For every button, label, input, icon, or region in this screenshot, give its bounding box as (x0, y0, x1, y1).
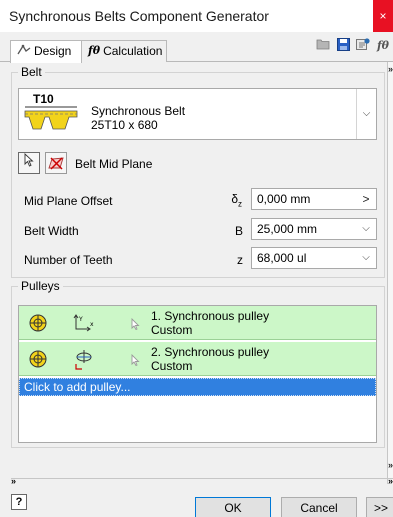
pulley-row[interactable]: Yx 1. Synchronous pulley Custom (19, 306, 376, 340)
mid-plane-offset-value[interactable]: 0,000 mm (257, 192, 310, 206)
belt-width-symbol: B (234, 224, 243, 238)
belt-mid-plane-label: Belt Mid Plane (75, 157, 153, 171)
belt-image-label: T10 (33, 92, 54, 106)
belt-width-value[interactable]: 25,000 mm (257, 222, 317, 236)
cylinder-placement-icon[interactable] (73, 350, 92, 370)
number-of-teeth-label: Number of Teeth (24, 253, 113, 267)
pulley-title: 1. Synchronous pulley (151, 309, 270, 323)
pointer-select-button[interactable] (18, 152, 40, 174)
pointer-icon[interactable] (131, 353, 140, 369)
svg-text:x: x (90, 321, 94, 328)
tab-design[interactable]: Design (10, 40, 82, 63)
delta-subscript: z (238, 199, 242, 209)
delta-symbol: δ (231, 192, 238, 206)
chevron-down-icon[interactable]: ⌵ (356, 219, 376, 239)
tab-calculation[interactable]: fθ Calculation (81, 40, 167, 62)
open-folder-icon[interactable] (315, 38, 331, 54)
chevron-down-icon[interactable]: ⌵ (356, 248, 376, 268)
settings-icon[interactable] (355, 38, 371, 54)
tab-calculation-label: Calculation (103, 44, 163, 58)
pulley-type: Custom (151, 323, 193, 337)
number-of-teeth-symbol: z (237, 253, 243, 267)
cancel-button[interactable]: Cancel (281, 497, 357, 517)
pulley-list[interactable]: Yx 1. Synchronous pulley Custom 2. Synch… (18, 305, 377, 443)
save-icon[interactable] (335, 38, 351, 54)
title-bar: Synchronous Belts Component Generator × (0, 0, 393, 32)
belt-selector[interactable]: T10 Synchronous Belt 25T10 x 680 ⌵ (18, 88, 377, 140)
chevron-right-icon[interactable]: > (356, 189, 376, 209)
mid-plane-offset-symbol: δz (222, 192, 242, 208)
axis-coordinate-icon[interactable]: Yx (73, 314, 94, 332)
tab-design-label: Design (34, 44, 72, 58)
pulley-type: Custom (151, 359, 193, 373)
add-pulley-row[interactable]: Click to add pulley... (19, 378, 376, 396)
plane-select-icon[interactable] (45, 152, 67, 174)
more-button[interactable]: >> (366, 497, 393, 517)
collapse-arrow-icon[interactable]: » (388, 64, 393, 74)
mid-plane-offset-field[interactable]: 0,000 mm > (251, 188, 377, 210)
belt-width-label: Belt Width (24, 224, 79, 238)
belt-size: 25T10 x 680 (91, 118, 158, 132)
scroll-left-arrow-icon[interactable]: » (11, 476, 16, 486)
toolbar: fθ (315, 38, 391, 54)
pulley-title: 2. Synchronous pulley (151, 345, 270, 359)
number-of-teeth-value[interactable]: 68,000 ul (257, 251, 306, 265)
number-of-teeth-field[interactable]: 68,000 ul ⌵ (251, 247, 377, 269)
vertical-scroll-strip[interactable]: » » (387, 62, 393, 484)
close-button[interactable]: × (373, 0, 393, 32)
belt-width-field[interactable]: 25,000 mm ⌵ (251, 218, 377, 240)
mid-plane-offset-label: Mid Plane Offset (24, 194, 113, 208)
fx-toolbar-icon[interactable]: fθ (375, 38, 391, 54)
belt-group-legend: Belt (18, 65, 45, 79)
ok-button[interactable]: OK (195, 497, 271, 517)
scroll-right-arrow-icon[interactable]: » (388, 476, 393, 486)
expand-arrow-icon[interactable]: » (388, 460, 393, 470)
chevron-down-icon[interactable]: ⌵ (356, 89, 376, 139)
pulleys-group-legend: Pulleys (18, 279, 63, 293)
design-icon (17, 44, 31, 59)
svg-text:Y: Y (78, 316, 83, 323)
horizontal-scroll-strip[interactable]: » » (11, 476, 393, 486)
pointer-icon[interactable] (131, 317, 140, 333)
pulley-row[interactable]: 2. Synchronous pulley Custom (19, 342, 376, 376)
help-button[interactable]: ? (11, 494, 27, 510)
pulley-gear-icon (29, 314, 47, 332)
window-title: Synchronous Belts Component Generator (9, 8, 269, 24)
fx-icon: fθ (88, 44, 101, 57)
belt-name: Synchronous Belt (91, 104, 186, 118)
pulley-gear-icon (29, 350, 47, 368)
